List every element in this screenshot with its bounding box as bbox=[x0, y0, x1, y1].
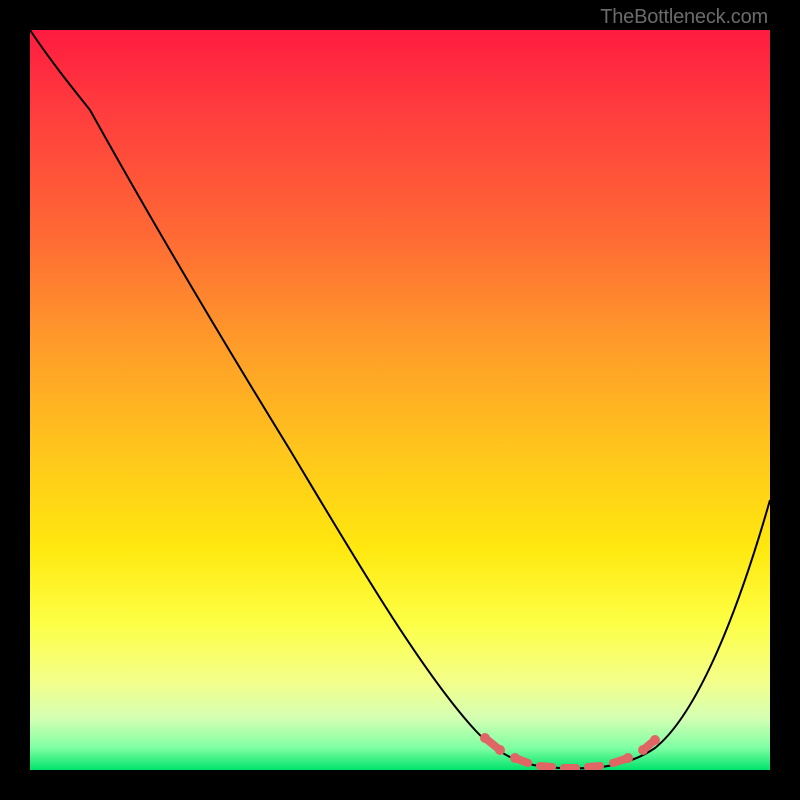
attribution-label: TheBottleneck.com bbox=[600, 6, 768, 29]
bottleneck-curve-svg bbox=[30, 30, 770, 770]
bottleneck-curve bbox=[30, 30, 770, 768]
highlight-dashes bbox=[485, 738, 655, 768]
chart-frame: TheBottleneck.com bbox=[0, 0, 800, 800]
